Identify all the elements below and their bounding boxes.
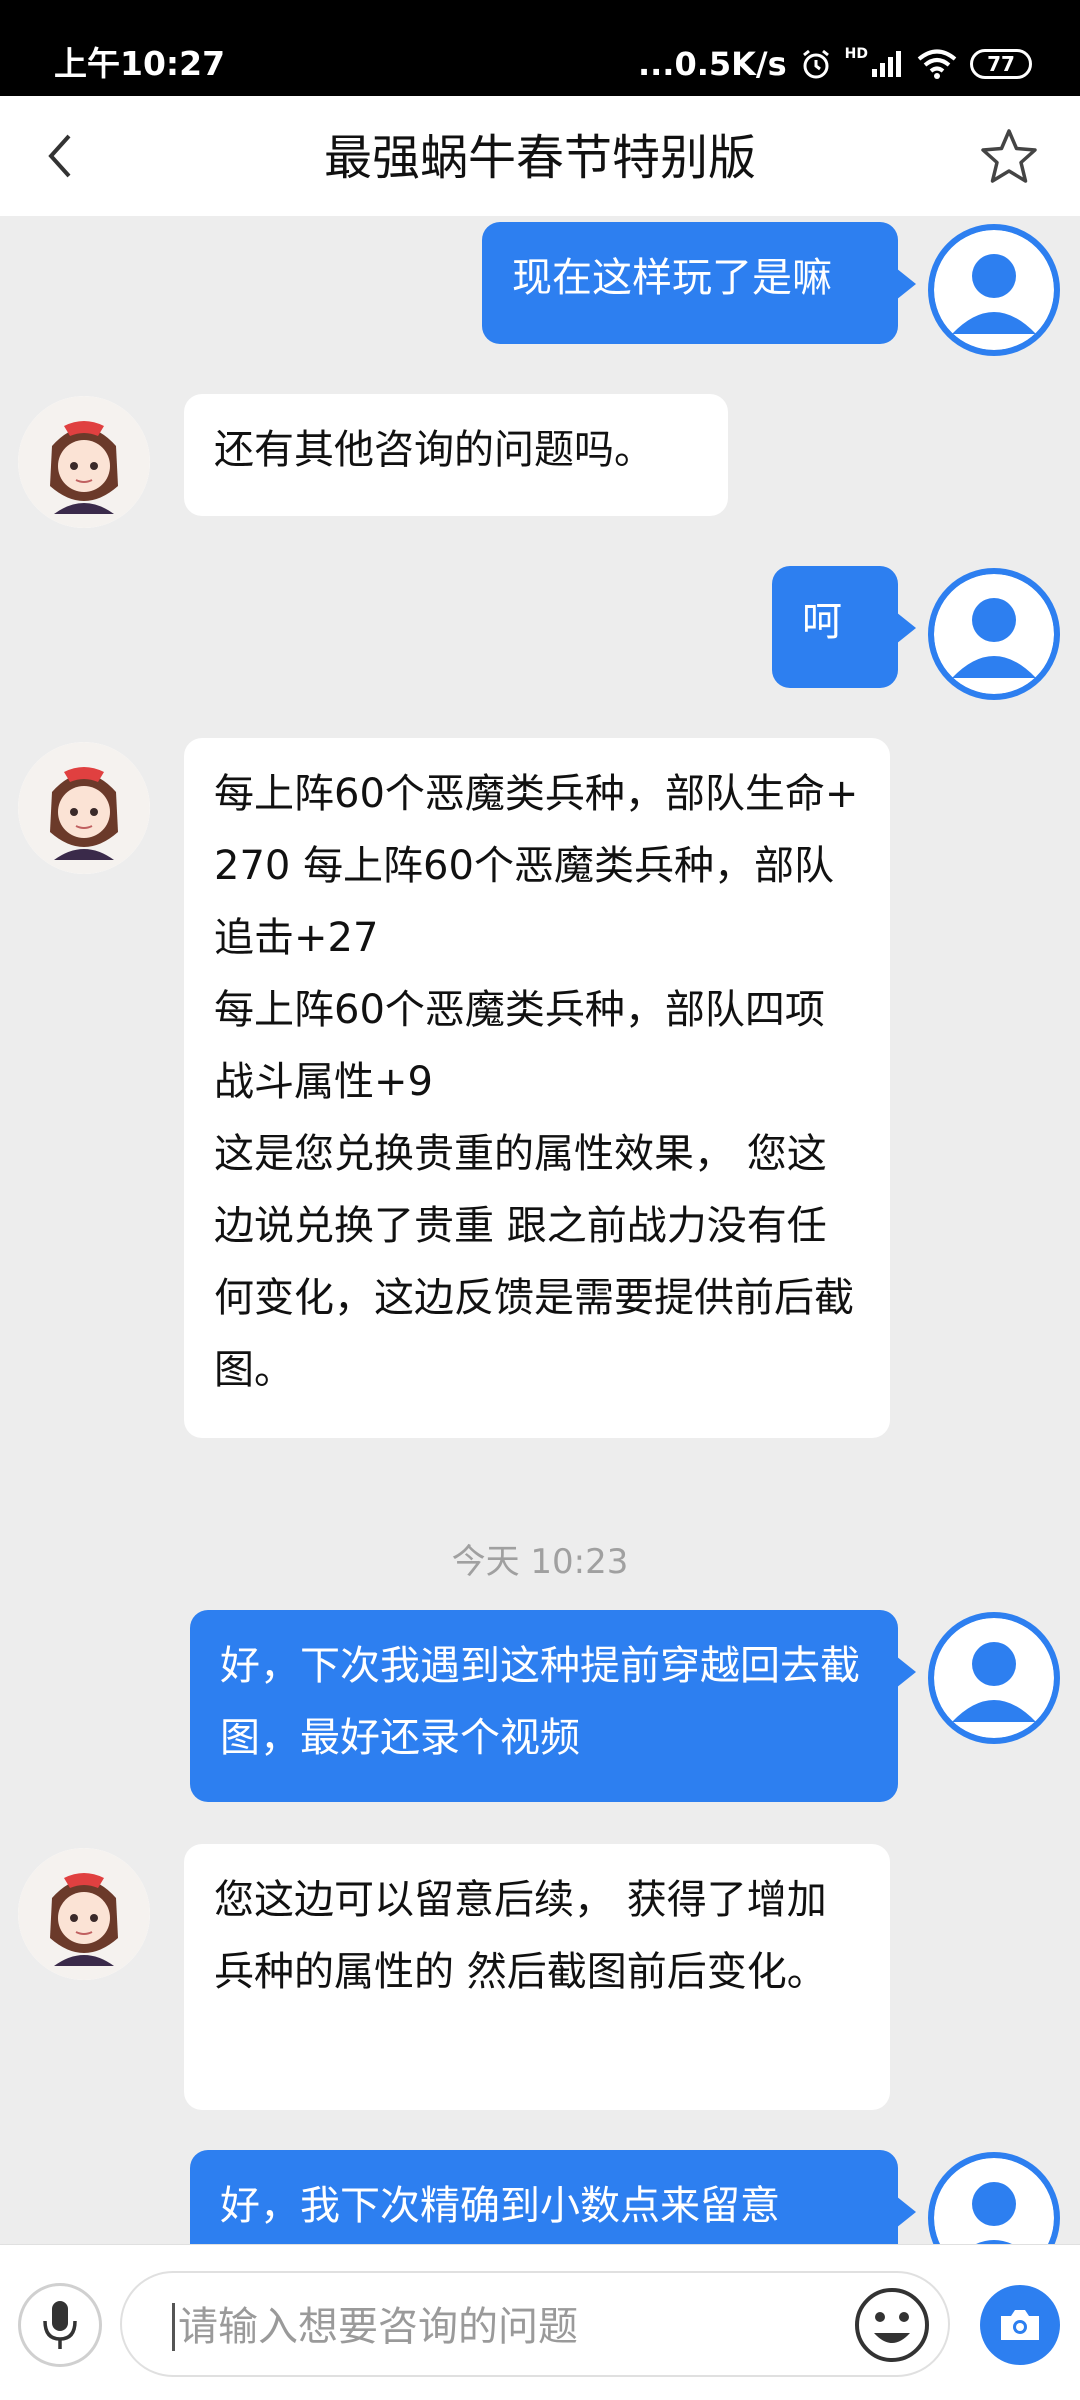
agent-avatar-icon: [18, 1848, 150, 1980]
hd-label: HD: [844, 46, 868, 62]
user-avatar-icon: [934, 230, 1054, 350]
user-avatar-icon: [934, 2158, 1054, 2244]
avatar: [928, 1612, 1060, 1744]
avatar: [928, 568, 1060, 700]
avatar: [18, 742, 150, 874]
message-bubble[interactable]: 呵: [772, 566, 916, 688]
message-bubble[interactable]: 每上阵60个恶魔类兵种，部队生命+270 每上阵60个恶魔类兵种，部队追击+27…: [184, 738, 890, 1438]
message-bubble[interactable]: 现在这样玩了是嘛: [482, 222, 916, 344]
message-bubble[interactable]: 还有其他咨询的问题吗。: [184, 394, 728, 516]
agent-avatar-icon: [18, 742, 150, 874]
network-speed: ...0.5K/s: [637, 45, 787, 83]
page-title: 最强蜗牛春节特别版: [323, 130, 756, 186]
input-placeholder: 请输入想要咨询的问题: [178, 2304, 578, 2350]
chat-header: 最强蜗牛春节特别版: [0, 96, 1080, 216]
avatar: [18, 396, 150, 528]
message-input-bar: 请输入想要咨询的问题: [0, 2244, 1080, 2400]
voice-input-button[interactable]: [18, 2283, 102, 2367]
star-outline-icon: [981, 129, 1037, 183]
timestamp: 今天 10:23: [451, 1542, 629, 1582]
camera-button[interactable]: [980, 2285, 1060, 2365]
emoji-icon: [855, 2288, 929, 2362]
alarm-icon: [799, 47, 833, 81]
signal-icon: HD: [844, 46, 904, 79]
status-bar: 上午10:27 ...0.5K/s HD 77: [0, 0, 1080, 96]
avatar: [18, 1848, 150, 1980]
wifi-icon: [916, 48, 958, 80]
message-input[interactable]: 请输入想要咨询的问题: [120, 2271, 950, 2377]
battery-icon: 77: [970, 49, 1032, 79]
message-bubble[interactable]: 好，我下次精确到小数点来留意: [190, 2150, 916, 2244]
text-caret: [172, 2303, 175, 2351]
status-time: 上午10:27: [54, 44, 226, 83]
agent-avatar-icon: [18, 396, 150, 528]
avatar: [928, 2152, 1060, 2244]
favorite-button[interactable]: [974, 122, 1044, 192]
message-bubble[interactable]: 您这边可以留意后续， 获得了增加兵种的属性的 然后截图前后变化。: [184, 1844, 890, 2110]
microphone-icon: [43, 2301, 77, 2349]
user-avatar-icon: [934, 574, 1054, 694]
emoji-button[interactable]: [850, 2283, 934, 2367]
user-avatar-icon: [934, 1618, 1054, 1738]
message-bubble[interactable]: 好，下次我遇到这种提前穿越回去截图，最好还录个视频: [190, 1610, 916, 1802]
avatar: [928, 224, 1060, 356]
status-icons: ...0.5K/s HD 77: [638, 42, 1032, 86]
camera-icon: [1001, 2310, 1039, 2340]
chat-messages: 现在这样玩了是嘛 还有其他咨询的问题吗。 呵 每上阵60个恶魔类兵种，部队生命+…: [0, 216, 1080, 2244]
